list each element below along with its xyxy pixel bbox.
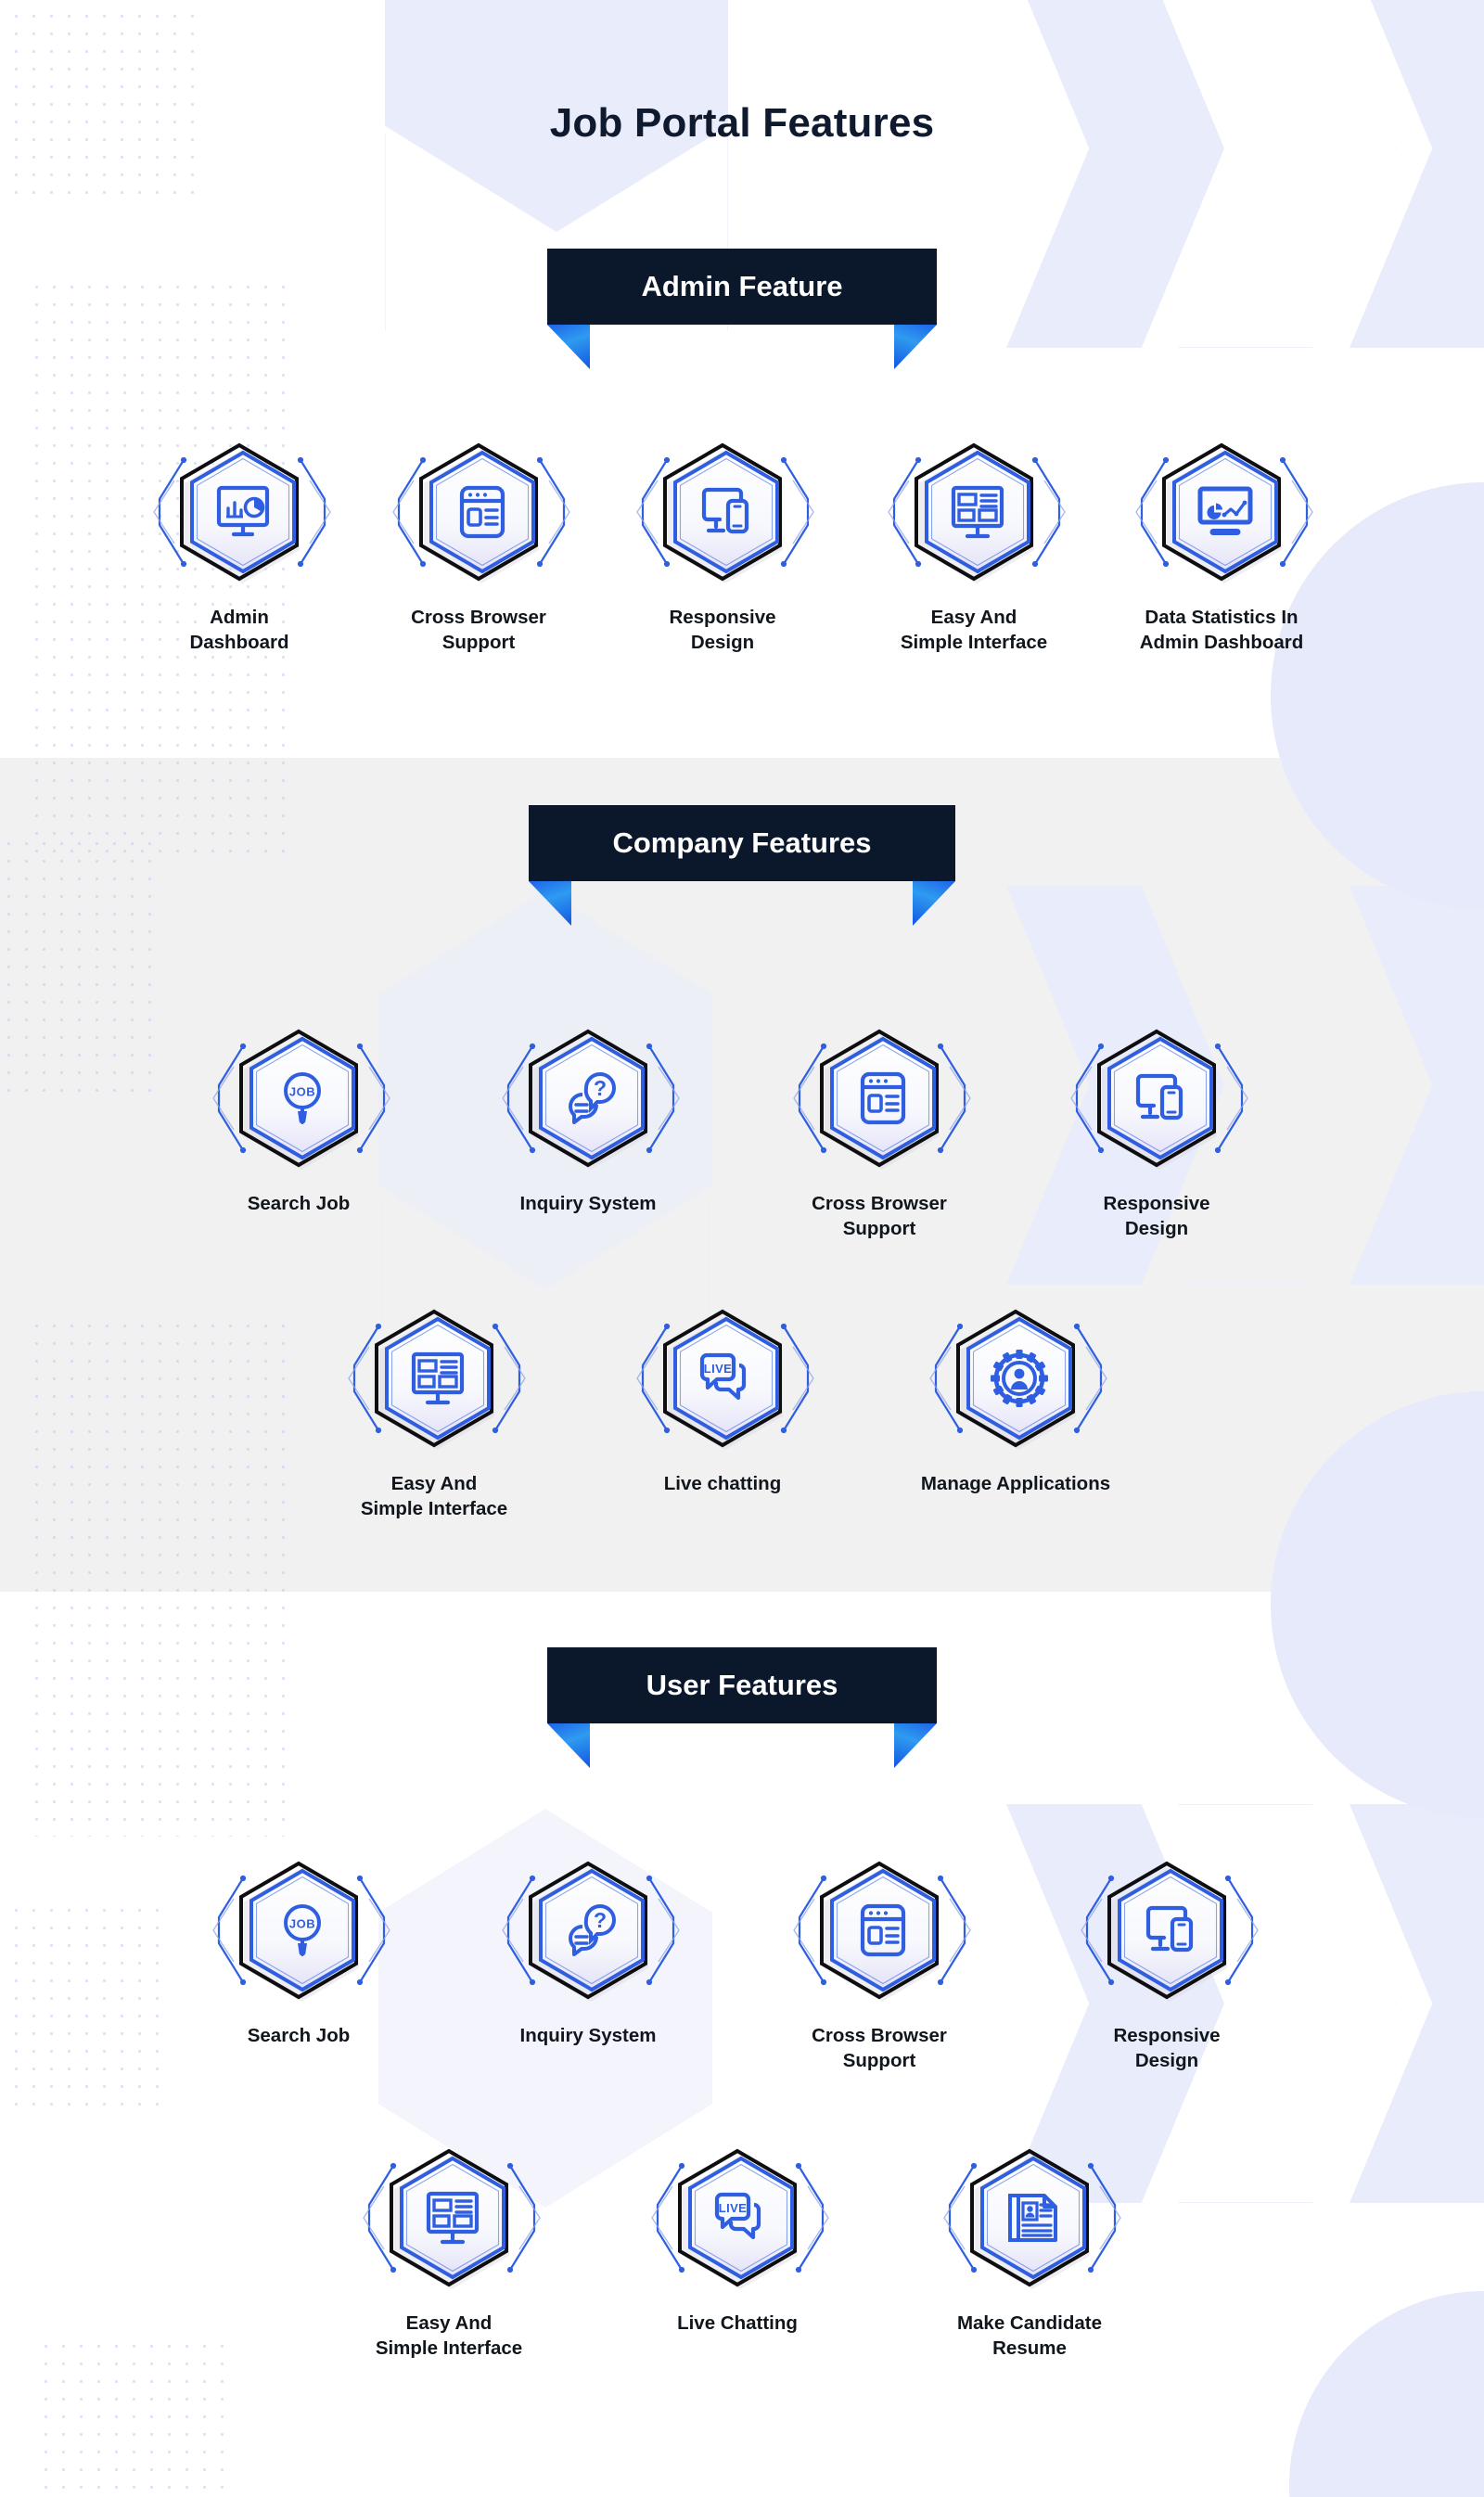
live-chat-icon[interactable]	[649, 2138, 829, 2298]
feature-label: Cross Browser Support	[812, 2025, 947, 2072]
cross-browser-support-icon[interactable]	[791, 1850, 971, 2010]
feature-item[interactable]: Admin Dashboard	[119, 432, 360, 655]
ribbon-tail-left-icon	[529, 881, 571, 926]
section-banner-admin: Admin Feature	[547, 249, 937, 369]
feature-item[interactable]: Inquiry System	[467, 1850, 709, 2048]
easy-simple-interface-icon[interactable]	[886, 432, 1066, 592]
data-statistics-icon[interactable]	[1133, 432, 1313, 592]
feature-item[interactable]: Responsive Design	[1036, 1018, 1277, 1241]
feature-item[interactable]: Make Candidate Resume	[909, 2138, 1150, 2361]
banner-box-company: Company Features	[529, 805, 955, 926]
feature-label: Inquiry System	[519, 2025, 657, 2046]
feature-item[interactable]: Responsive Design	[1046, 1850, 1287, 2073]
ribbon-tail-left-icon	[547, 1723, 590, 1768]
feature-label: Make Candidate Resume	[956, 2312, 1103, 2360]
ribbon-tail-right-icon	[894, 1723, 937, 1768]
decor-chevron-1	[1006, 0, 1224, 348]
banner-label: Company Features	[612, 826, 872, 859]
banner-label: User Features	[646, 1669, 838, 1701]
feature-item[interactable]: Inquiry System	[467, 1018, 709, 1216]
decor-chevron-3	[1350, 0, 1484, 348]
inquiry-system-icon[interactable]	[500, 1850, 680, 2010]
feature-label: Easy And Simple Interface	[375, 2312, 523, 2360]
admin-dashboard-icon[interactable]	[151, 432, 331, 592]
feature-label: Responsive Design	[1113, 2025, 1221, 2072]
easy-simple-interface-icon[interactable]	[346, 1299, 526, 1458]
feature-label: Responsive Design	[669, 607, 776, 654]
feature-label: Search Job	[247, 1193, 351, 1214]
decor-circle-2	[1271, 1391, 1484, 1818]
feature-label: Easy And Simple Interface	[360, 1473, 508, 1520]
manage-applications-icon[interactable]	[928, 1299, 1107, 1458]
decor-chevron-6	[1350, 886, 1484, 1285]
feature-label: Search Job	[247, 2025, 351, 2046]
feature-label: Admin Dashboard	[189, 607, 289, 654]
feature-label: Cross Browser Support	[411, 607, 546, 654]
cross-browser-support-icon[interactable]	[390, 432, 570, 592]
feature-item[interactable]: Cross Browser Support	[358, 432, 599, 655]
decor-dotgrid-bottom-left	[37, 2337, 237, 2491]
ribbon-tail-left-icon	[547, 325, 590, 369]
live-chat-icon[interactable]	[634, 1299, 814, 1458]
feature-item[interactable]: Live chatting	[602, 1299, 843, 1496]
feature-item[interactable]: Easy And Simple Interface	[853, 432, 1094, 655]
search-job-icon[interactable]	[211, 1850, 390, 2010]
feature-item[interactable]: Search Job	[178, 1018, 419, 1216]
banner-box-user: User Features	[547, 1647, 937, 1768]
make-candidate-resume-icon[interactable]	[941, 2138, 1121, 2298]
decor-dotgrid-company-left	[28, 1317, 297, 1837]
easy-simple-interface-icon[interactable]	[361, 2138, 541, 2298]
decor-hexagon-title-outline	[385, 28, 728, 436]
section-banner-user: User Features	[547, 1647, 937, 1768]
search-job-icon[interactable]	[211, 1018, 390, 1178]
feature-item[interactable]: Search Job	[178, 1850, 419, 2048]
feature-item[interactable]: Responsive Design	[602, 432, 843, 655]
responsive-design-icon[interactable]	[1068, 1018, 1248, 1178]
feature-label: Inquiry System	[519, 1193, 657, 1214]
inquiry-system-icon[interactable]	[500, 1018, 680, 1178]
banner-label: Admin Feature	[641, 270, 843, 302]
feature-item[interactable]: Manage Applications	[895, 1299, 1136, 1496]
decor-dotgrid-band-left	[0, 835, 162, 1104]
feature-label: Easy And Simple Interface	[900, 607, 1048, 654]
feature-item[interactable]: Cross Browser Support	[759, 1018, 1000, 1241]
feature-label: Manage Applications	[920, 1473, 1111, 1494]
feature-label: Cross Browser Support	[812, 1193, 947, 1240]
decor-chevron-9	[1350, 1804, 1484, 2203]
feature-item[interactable]: Live Chatting	[617, 2138, 858, 2336]
background-decoration	[0, 0, 1484, 2497]
cross-browser-support-icon[interactable]	[791, 1018, 971, 1178]
banner-box-admin: Admin Feature	[547, 249, 937, 369]
feature-label: Responsive Design	[1103, 1193, 1210, 1240]
ribbon-tail-right-icon	[913, 881, 955, 926]
feature-label: Live Chatting	[677, 2312, 798, 2334]
responsive-design-icon[interactable]	[1079, 1850, 1259, 2010]
feature-label: Live chatting	[663, 1473, 782, 1494]
section-banner-company: Company Features	[529, 805, 955, 926]
feature-item[interactable]: Easy And Simple Interface	[328, 2138, 569, 2361]
feature-item[interactable]: Cross Browser Support	[759, 1850, 1000, 2073]
responsive-design-icon[interactable]	[634, 432, 814, 592]
ribbon-tail-right-icon	[894, 325, 937, 369]
decor-chevron-2	[1178, 0, 1396, 348]
feature-item[interactable]: Easy And Simple Interface	[313, 1299, 555, 1521]
page-title: Job Portal Features	[549, 100, 935, 146]
decor-dotgrid-user-left	[7, 1902, 170, 2115]
decor-circle-3	[1289, 2291, 1484, 2497]
feature-label: Data Statistics In Admin Dashboard	[1139, 607, 1304, 654]
feature-item[interactable]: Data Statistics In Admin Dashboard	[1101, 432, 1342, 655]
